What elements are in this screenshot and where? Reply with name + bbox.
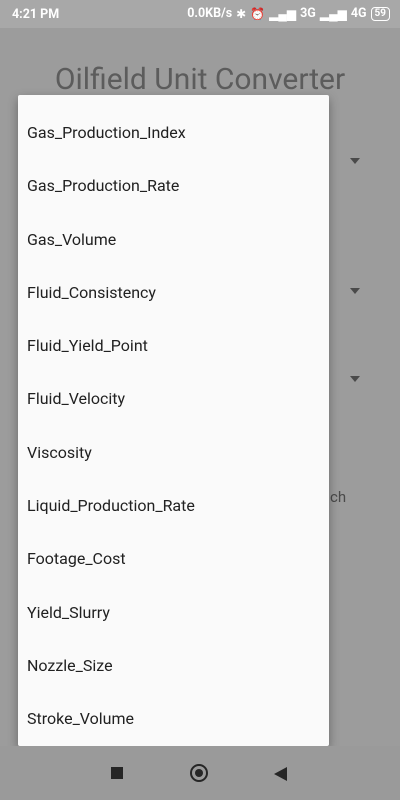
battery-icon: 59	[370, 6, 390, 21]
status-bar: 4:21 PM 0.0KB/s ✱ ⏰ ▂▄▆ 3G ▂▄▆ 4G 59	[0, 0, 400, 28]
back-triangle-icon[interactable]	[274, 767, 287, 781]
network-3g: 3G	[300, 6, 316, 21]
spinner-arrow-icon[interactable]	[350, 288, 360, 294]
spinner-arrow-icon[interactable]	[350, 158, 360, 164]
spinner-arrow-icon[interactable]	[350, 376, 360, 382]
background-text-fragment: ch	[330, 488, 347, 506]
dropdown-item[interactable]: Footage_Cost	[18, 532, 329, 585]
dropdown-item[interactable]: Yield_Slurry	[18, 586, 329, 639]
category-dropdown[interactable]: Gas_Production_Index Gas_Production_Rate…	[18, 95, 329, 746]
dropdown-item[interactable]: Gas_Volume	[18, 213, 329, 266]
dropdown-item[interactable]: Fluid_Velocity	[18, 372, 329, 425]
dropdown-item[interactable]: Gas_Production_Rate	[18, 159, 329, 212]
dropdown-item[interactable]: Viscosity	[18, 426, 329, 479]
status-time: 4:21 PM	[12, 7, 60, 22]
signal-icon: ▂▄▆	[319, 6, 347, 21]
network-4g: 4G	[350, 6, 367, 21]
bluetooth-icon: ✱	[236, 6, 247, 21]
dropdown-item[interactable]: Liquid_Production_Rate	[18, 479, 329, 532]
dropdown-item[interactable]: Nozzle_Size	[18, 639, 329, 692]
dropdown-item[interactable]: Gas_Production_Index	[18, 106, 329, 159]
dropdown-item[interactable]: Fluid_Consistency	[18, 266, 329, 319]
recents-square-icon[interactable]	[111, 767, 123, 779]
status-icons: 0.0KB/s ✱ ⏰ ▂▄▆ 3G ▂▄▆ 4G 59	[187, 6, 390, 21]
dropdown-item[interactable]: Stroke_Volume	[18, 692, 329, 745]
app-title: Oilfield Unit Converter	[54, 62, 346, 97]
dropdown-item[interactable]: Fluid_Yield_Point	[18, 319, 329, 372]
home-circle-icon[interactable]	[190, 764, 208, 782]
net-speed: 0.0KB/s	[187, 6, 233, 21]
signal-icon: ▂▄▆	[269, 6, 297, 21]
navigation-bar	[0, 746, 400, 800]
alarm-icon: ⏰	[250, 6, 266, 21]
